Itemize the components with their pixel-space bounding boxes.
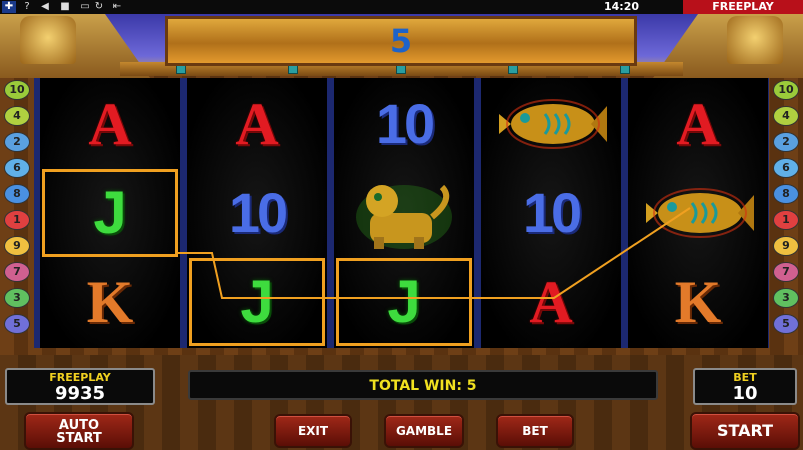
- payline-number-7: 7: [773, 262, 799, 282]
- reload-icon[interactable]: ↻: [92, 1, 106, 13]
- game-screen: ✚ ? ◀ ■ ▭ ↻ ⇤ 14:20 FREEPLAY 5 10 4 2 6 8 1 9 7…: [0, 0, 803, 450]
- sound-icon[interactable]: ◀: [38, 1, 52, 13]
- total-win-message: TOTAL WIN: 5: [369, 378, 477, 394]
- payline-number-10: 10: [4, 80, 30, 100]
- winning-payline: [176, 207, 691, 299]
- message-display: TOTAL WIN: 5: [188, 370, 658, 400]
- mode-tab: FREEPLAY: [683, 0, 803, 14]
- bet-button[interactable]: BET: [496, 414, 574, 448]
- payline-numbers-right: 10 4 2 6 8 1 9 7 3 5: [769, 78, 803, 348]
- payline-number-9: 9: [773, 236, 799, 256]
- bet-value: 10: [732, 383, 758, 404]
- auto-start-label-line2: START: [56, 431, 102, 446]
- payline-number-5: 5: [4, 314, 30, 334]
- reel-area: AJK A 10 J 10 J 10 A AK: [34, 78, 769, 348]
- aztec-mask-right-icon: [727, 16, 783, 64]
- system-toolbar: ✚ ? ◀ ■ ▭ ↻ ⇤ 14:20 FREEPLAY: [0, 0, 803, 14]
- payline-number-3: 3: [773, 288, 799, 308]
- payline-number-5: 5: [773, 314, 799, 334]
- payline-number-6: 6: [4, 158, 30, 178]
- freeplay-value: 9935: [54, 383, 106, 404]
- payline-number-2: 2: [773, 132, 799, 152]
- payline-number-1: 1: [4, 210, 30, 230]
- win-banner-value: 5: [389, 22, 413, 60]
- freeplay-credit-display: FREEPLAY 9935: [5, 368, 155, 405]
- payline-numbers-left: 10 4 2 6 8 1 9 7 3 5: [0, 78, 34, 348]
- payline-number-8: 8: [773, 184, 799, 204]
- exit-button[interactable]: EXIT: [274, 414, 352, 448]
- payline-number-9: 9: [4, 236, 30, 256]
- payline-number-3: 3: [4, 288, 30, 308]
- payline-number-7: 7: [4, 262, 30, 282]
- gamble-button[interactable]: GAMBLE: [384, 414, 464, 448]
- payline-number-4: 4: [4, 106, 30, 126]
- win-banner: 5: [165, 16, 637, 66]
- payline-number-10: 10: [773, 80, 799, 100]
- payline-number-4: 4: [773, 106, 799, 126]
- clock: 14:20: [604, 0, 640, 13]
- fullscreen-icon[interactable]: ▭: [78, 1, 92, 13]
- payline-number-1: 1: [773, 210, 799, 230]
- payline-number-8: 8: [4, 184, 30, 204]
- payline-number-2: 2: [4, 132, 30, 152]
- payline-number-6: 6: [773, 158, 799, 178]
- start-button[interactable]: START: [690, 412, 800, 450]
- play-icon[interactable]: ■: [58, 1, 72, 13]
- uk-flag-icon[interactable]: ✚: [2, 1, 16, 13]
- exit-icon[interactable]: ⇤: [110, 1, 124, 13]
- help-icon[interactable]: ?: [20, 1, 34, 13]
- bet-display: BET 10: [693, 368, 797, 405]
- aztec-mask-left-icon: [20, 16, 76, 64]
- auto-start-button[interactable]: AUTO START: [24, 412, 134, 450]
